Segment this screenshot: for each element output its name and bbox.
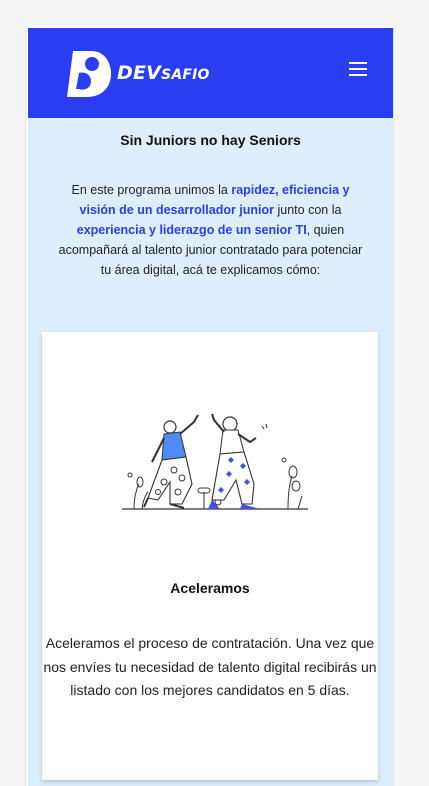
brand-name[interactable]: DEVSAFIO <box>117 62 210 86</box>
high-five-illustration-icon <box>122 413 308 510</box>
section-title: Sin Juniors no hay Seniors <box>120 132 301 148</box>
site-header: DEVSAFIO <box>28 28 393 118</box>
step-card: Aceleramos Aceleramos el proceso de cont… <box>42 332 378 780</box>
card-description: Aceleramos el proceso de contratación. U… <box>43 635 377 698</box>
section-intro: En este programa unimos la rapidez, efic… <box>56 180 365 280</box>
brand-name-main: DEV <box>117 62 162 84</box>
intro-highlight-senior: experiencia y liderazgo de un senior TI <box>76 223 307 237</box>
program-section: Sin Juniors no hay Seniors En este progr… <box>28 118 393 786</box>
intro-text-1: En este programa unimos la <box>71 183 232 197</box>
devsafio-logo-icon[interactable] <box>65 47 111 99</box>
card-title: Aceleramos <box>170 580 250 596</box>
hamburger-menu-icon[interactable] <box>349 62 369 79</box>
brand-name-small: SAFIO <box>161 67 210 83</box>
intro-text-2: junto con la <box>274 203 342 217</box>
mobile-frame: DEVSAFIO Sin Juniors no hay Seniors En e… <box>25 26 394 786</box>
